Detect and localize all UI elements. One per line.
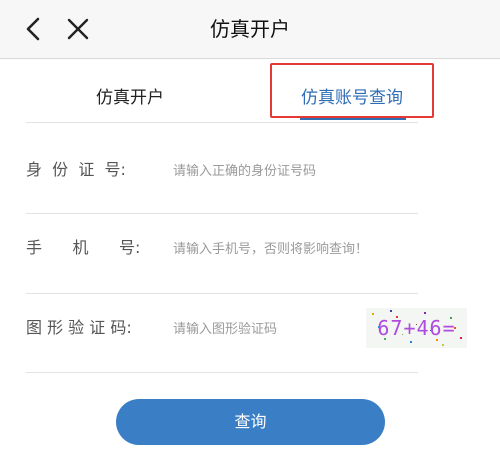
tab-simulated-account-open[interactable]: 仿真开户: [60, 59, 200, 122]
captcha-text: 67+46=: [377, 316, 456, 340]
query-button[interactable]: 查询: [116, 399, 385, 445]
tab-simulated-account-query[interactable]: 仿真账号查询: [272, 59, 432, 122]
page-title: 仿真开户: [210, 17, 290, 41]
nav-bar: 仿真开户: [0, 0, 500, 59]
tab-bar: 仿真开户 仿真账号查询: [0, 59, 500, 122]
divider: [26, 122, 418, 123]
phone-row: 手 机 号:: [26, 228, 476, 268]
phone-input[interactable]: [171, 234, 445, 264]
divider: [26, 213, 418, 214]
captcha-image[interactable]: 67+46=: [366, 308, 467, 348]
id-number-input[interactable]: [171, 156, 445, 186]
divider: [26, 372, 418, 373]
id-number-label: 身 份 证 号:: [26, 160, 126, 179]
phone-label: 手 机 号:: [26, 238, 141, 257]
captcha-label: 图 形 验 证 码:: [26, 318, 132, 337]
divider: [26, 293, 418, 294]
captcha-input[interactable]: [171, 314, 375, 344]
id-number-row: 身 份 证 号:: [26, 150, 476, 190]
active-tab-indicator: [300, 116, 406, 120]
